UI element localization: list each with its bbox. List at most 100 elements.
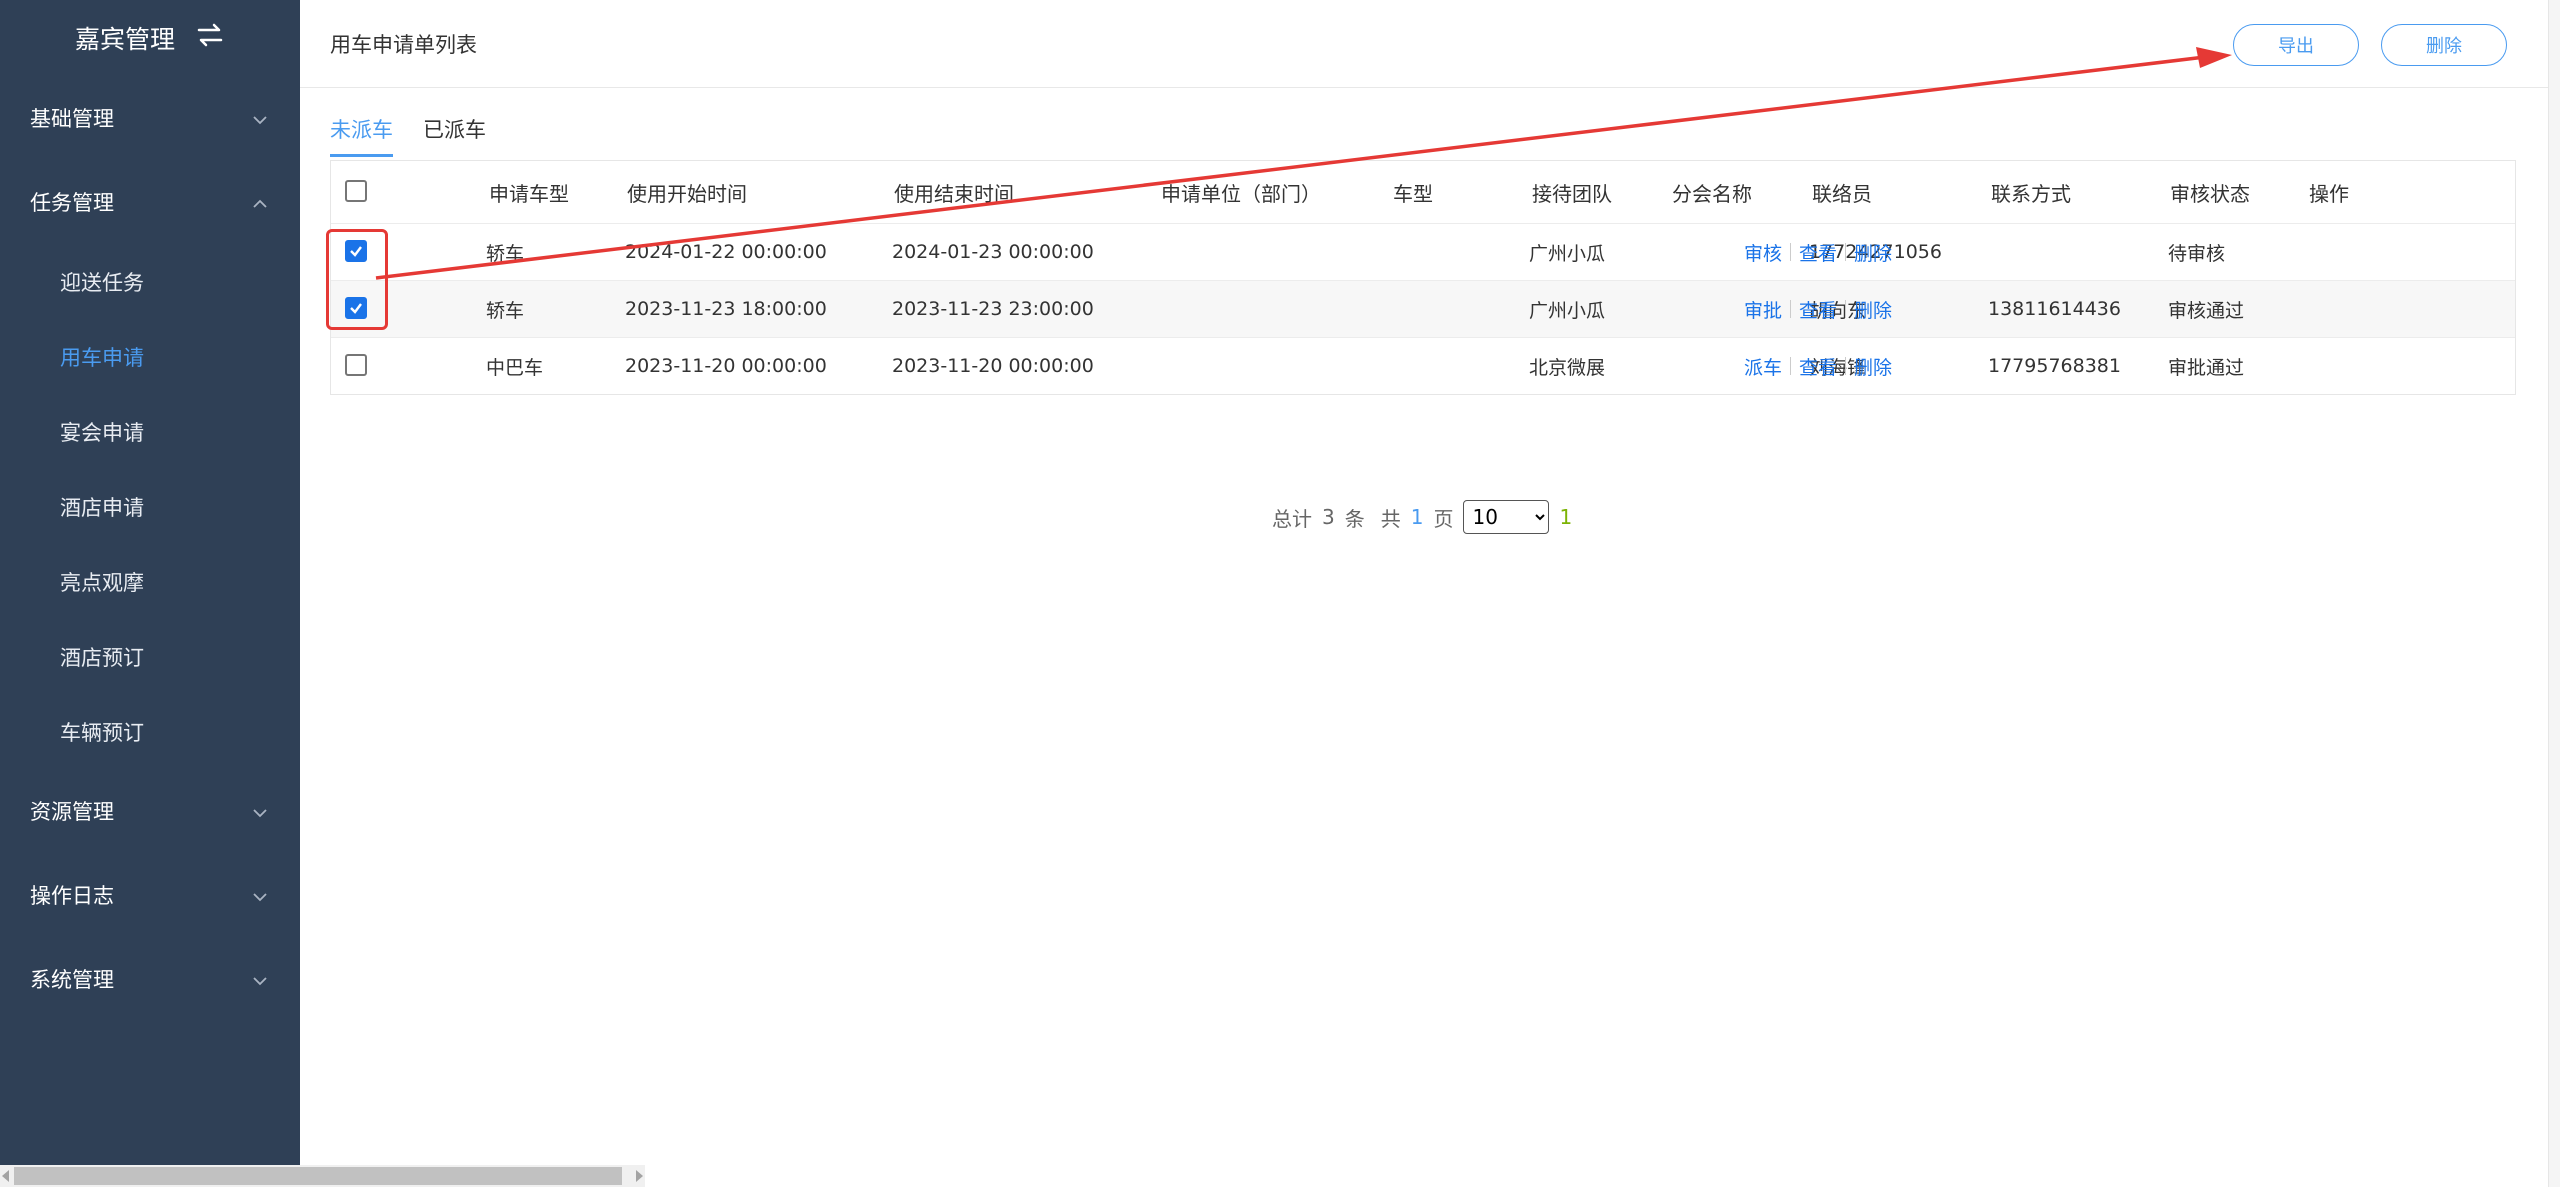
menu-group-label: 任务管理 [30,191,114,215]
cell-vehicle: 中巴车 [486,356,544,379]
tab-undispatched[interactable]: 未派车 [330,114,393,157]
chevron-down-icon [252,799,268,823]
sidebar-item-hotel-request[interactable]: 酒店申请 [0,469,300,544]
page-size-select[interactable]: 10 [1463,500,1550,534]
column-header: 联系方式 [1991,181,2071,206]
cell-status: 待审核 [2168,242,2226,265]
row-actions: 派车 查看 删除 [1744,353,1892,380]
scroll-left-icon[interactable] [2,1170,9,1182]
menu-group-label: 资源管理 [30,800,114,824]
cell-vehicle: 轿车 [486,299,525,322]
cell-status: 审核通过 [2168,299,2245,322]
sidebar-item-pickup[interactable]: 迎送任务 [0,244,300,319]
column-header: 联络员 [1812,181,1872,206]
sidebar-item-label: 酒店申请 [60,495,144,520]
delete-link[interactable]: 删除 [1854,239,1892,266]
cell-team: 广州小瓜 [1529,299,1606,322]
cell-end-time: 2023-11-20 00:00:00 [892,355,1094,377]
vehicle-request-table: 申请车型 使用开始时间 使用结束时间 申请单位（部门） 车型 接待团队 分会名称… [330,160,2516,395]
page-count: 1 [1410,505,1424,529]
vertical-scrollbar[interactable] [2548,0,2560,1187]
cell-start-time: 2024-01-22 00:00:00 [625,241,827,263]
cell-team: 广州小瓜 [1529,242,1606,265]
switch-icon[interactable] [195,21,225,55]
row-actions: 审核 查看 删除 [1744,239,1892,266]
table-header-row: 申请车型 使用开始时间 使用结束时间 申请单位（部门） 车型 接待团队 分会名称… [331,161,2515,223]
menu-group-system[interactable]: 系统管理 [0,937,300,1021]
chevron-up-icon [252,190,268,214]
pages-suffix: 页 [1433,506,1454,531]
status-tabs: 未派车 已派车 [330,114,486,157]
delete-link[interactable]: 删除 [1854,353,1892,380]
table-row: 轿车 2024-01-22 00:00:00 2024-01-23 00:00:… [331,223,2515,280]
pages-prefix: 共 [1380,506,1401,531]
review-link[interactable]: 审核 [1744,239,1782,266]
horizontal-scrollbar[interactable] [0,1165,645,1187]
page-header: 用车申请单列表 导出 删除 [300,0,2548,88]
cell-contact: 17795768381 [1988,355,2121,377]
column-header: 申请车型 [489,181,569,206]
total-count: 3 [1322,505,1335,529]
cell-contact: 13811614436 [1988,298,2121,320]
cell-end-time: 2023-11-23 23:00:00 [892,298,1094,320]
menu-group-basic[interactable]: 基础管理 [0,76,300,160]
cell-status: 审批通过 [2168,356,2245,379]
page-title: 用车申请单列表 [330,33,477,57]
table-row: 中巴车 2023-11-20 00:00:00 2023-11-20 00:00… [331,337,2515,394]
sidebar-item-vehicle-booking[interactable]: 车辆预订 [0,694,300,769]
menu-group-label: 系统管理 [30,968,114,992]
sidebar-item-label: 宴会申请 [60,420,144,445]
menu-group-task[interactable]: 任务管理 [0,160,300,244]
total-suffix: 条 [1344,506,1365,531]
sidebar-item-label: 亮点观摩 [60,570,144,595]
column-header: 操作 [2309,181,2349,206]
menu-group-log[interactable]: 操作日志 [0,853,300,937]
brand-title: 嘉宾管理 [74,25,175,54]
view-link[interactable]: 查看 [1799,239,1837,266]
page-link-1[interactable]: 1 [1559,505,1572,529]
menu-group-resource[interactable]: 资源管理 [0,769,300,853]
table-row: 轿车 2023-11-23 18:00:00 2023-11-23 23:00:… [331,280,2515,337]
tab-dispatched[interactable]: 已派车 [423,114,486,157]
cell-team: 北京微展 [1529,356,1606,379]
scroll-right-icon[interactable] [636,1170,643,1182]
chevron-down-icon [252,883,268,907]
sidebar-item-label: 车辆预订 [60,720,144,745]
sidebar-item-banquet[interactable]: 宴会申请 [0,394,300,469]
scrollbar-thumb[interactable] [14,1167,622,1185]
sidebar-item-vehicle-request[interactable]: 用车申请 [0,319,300,394]
sidebar-item-label: 迎送任务 [60,270,144,295]
menu-group-label: 操作日志 [30,884,114,908]
delete-link[interactable]: 删除 [1854,296,1892,323]
chevron-down-icon [252,967,268,991]
cell-vehicle: 轿车 [486,242,525,265]
row-checkbox[interactable] [345,354,367,376]
approve-link[interactable]: 审批 [1744,296,1782,323]
dispatch-link[interactable]: 派车 [1744,353,1782,380]
sidebar-item-hotel-booking[interactable]: 酒店预订 [0,619,300,694]
column-header: 接待团队 [1532,181,1612,206]
column-header: 使用结束时间 [894,181,1014,206]
cell-start-time: 2023-11-23 18:00:00 [625,298,827,320]
column-header: 审核状态 [2170,181,2250,206]
pagination: 总计 3 条 共 1 页 10 1 [1272,500,1572,534]
cell-start-time: 2023-11-20 00:00:00 [625,355,827,377]
select-all-checkbox[interactable] [345,180,367,202]
sidebar-item-highlight[interactable]: 亮点观摩 [0,544,300,619]
column-header: 申请单位（部门） [1161,181,1321,206]
view-link[interactable]: 查看 [1799,296,1837,323]
brand: 嘉宾管理 [0,0,300,76]
export-button[interactable]: 导出 [2233,24,2359,66]
cell-end-time: 2024-01-23 00:00:00 [892,241,1094,263]
sidebar: 嘉宾管理 基础管理 任务管理 迎送任务 用车申请 宴会申请 酒店申请 亮点观摩 … [0,0,300,1187]
view-link[interactable]: 查看 [1799,353,1837,380]
row-actions: 审批 查看 删除 [1744,296,1892,323]
sidebar-item-label: 用车申请 [60,345,144,370]
column-header: 车型 [1393,181,1433,206]
sidebar-item-label: 酒店预订 [60,645,144,670]
main-content: 用车申请单列表 导出 删除 未派车 已派车 申请车型 使用开始时间 使用结束时间… [300,0,2548,1165]
chevron-down-icon [252,106,268,130]
delete-button[interactable]: 删除 [2381,24,2507,66]
column-header: 分会名称 [1672,181,1752,206]
menu-group-label: 基础管理 [30,107,114,131]
